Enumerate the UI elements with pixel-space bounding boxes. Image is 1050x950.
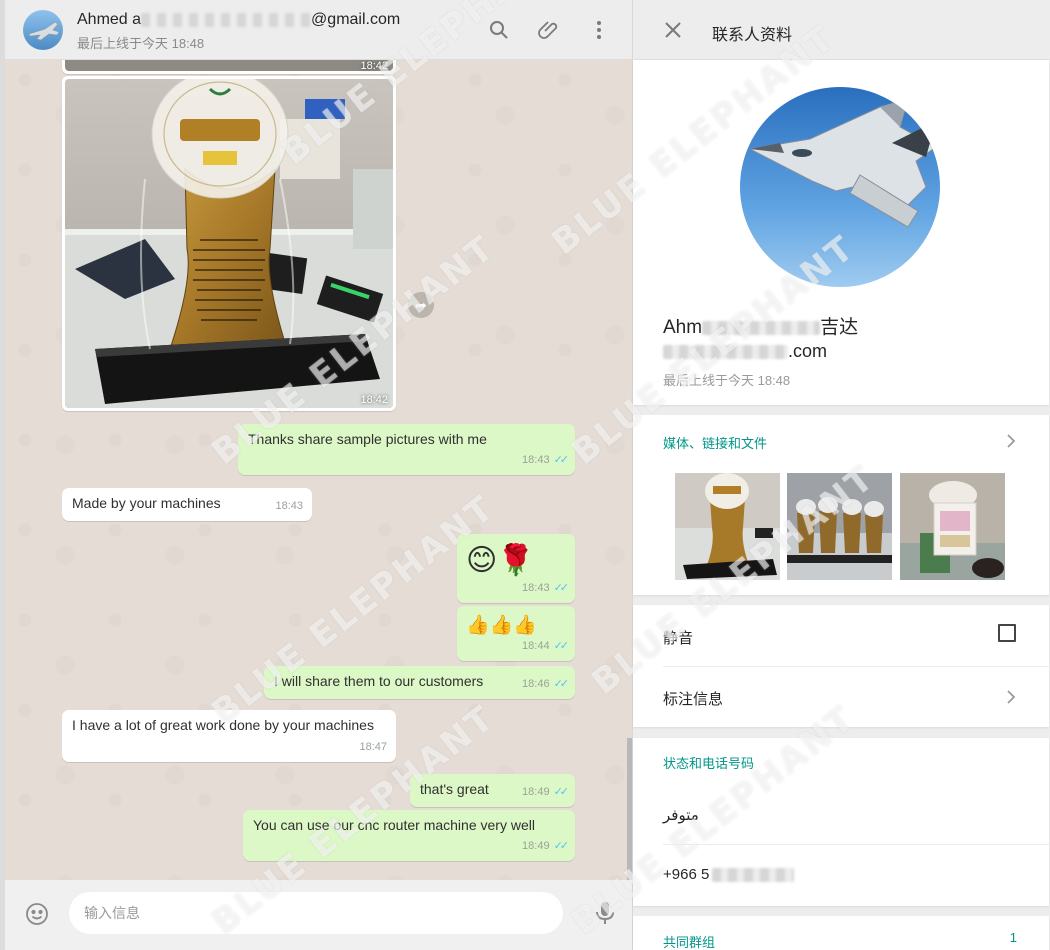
chat-contact-name[interactable]: Ahmed a @gmail.com (77, 11, 400, 29)
profile-card: Ahm 吉达 .com 最后上线于今天 18:48 (633, 60, 1049, 405)
chevron-right-icon[interactable] (1003, 689, 1019, 705)
message-text: Thanks share sample pictures with me (248, 431, 487, 447)
emoji-icon[interactable] (25, 902, 49, 926)
contact-name-suffix: @gmail.com (311, 11, 401, 28)
message-photo (65, 60, 393, 71)
media-card[interactable]: 媒体、链接和文件 (633, 415, 1049, 595)
image-message[interactable]: 18:42 (62, 60, 396, 74)
message-text: Made by your machines (72, 495, 221, 511)
message-emoji: 👍👍👍 (466, 615, 537, 636)
media-thumbnail[interactable] (900, 473, 1005, 580)
groups-count: 1 (1009, 930, 1017, 945)
chat-header[interactable]: Ahmed a @gmail.com 最后上线于今天 18:48 (5, 0, 632, 60)
divider (663, 844, 1049, 845)
read-ticks-icon: ✓✓ (553, 454, 570, 466)
chat-pane: Ahmed a @gmail.com 最后上线于今天 18:48 18:42 1… (0, 0, 632, 950)
message-meta: 18:43 ✓✓ (522, 451, 570, 470)
message-text: I will share them to our customers (274, 673, 484, 689)
outgoing-message[interactable]: 😊🌹 18:43 ✓✓ (457, 534, 575, 603)
media-section-label[interactable]: 媒体、链接和文件 (663, 433, 767, 452)
about-card: 状态和电话号码 متوفر +966 5 (633, 738, 1049, 906)
redacted-text (712, 868, 795, 883)
message-meta: 18:49 ✓✓ (522, 783, 570, 802)
attach-icon[interactable] (537, 18, 561, 42)
read-ticks-icon: ✓✓ (553, 582, 570, 594)
message-time: 18:47 (359, 741, 387, 753)
message-time: 18:46 (522, 678, 550, 690)
phone-number[interactable]: +966 5 (663, 866, 795, 883)
contact-last-seen: 最后上线于今天 18:48 (663, 373, 791, 388)
mic-icon[interactable] (593, 900, 617, 926)
message-text: You can use our cnc router machine very … (253, 817, 535, 833)
name-start: Ahm (663, 317, 703, 338)
redacted-text (702, 320, 821, 335)
redacted-text (663, 345, 788, 360)
search-icon[interactable] (487, 18, 511, 42)
outgoing-message[interactable]: that's great 18:49 ✓✓ (410, 774, 575, 807)
message-time: 18:42 (360, 394, 388, 406)
message-list[interactable]: 18:42 18:42 ➦ Thanks share sample pictur… (5, 60, 632, 880)
message-time: 18:43 (522, 454, 550, 466)
contact-avatar[interactable] (23, 10, 63, 50)
message-composer (5, 880, 632, 950)
incoming-message[interactable]: I have a lot of great work done by your … (62, 710, 396, 762)
message-text: that's great (420, 781, 489, 797)
notes-label[interactable]: 标注信息 (663, 688, 723, 709)
groups-section-label: 共同群组 (663, 935, 716, 950)
outgoing-message[interactable]: I will share them to our customers 18:46… (264, 666, 575, 699)
groups-card[interactable]: 共同群组 1 (633, 916, 1049, 950)
mute-label[interactable]: 静音 (663, 627, 693, 648)
close-icon[interactable] (661, 18, 685, 42)
mute-checkbox-icon[interactable] (998, 624, 1016, 642)
settings-card: 静音 标注信息 (633, 605, 1049, 727)
profile-photo[interactable] (740, 87, 940, 287)
media-thumbnail[interactable] (675, 473, 780, 580)
media-thumbnail[interactable] (787, 473, 892, 580)
chevron-right-icon[interactable] (1003, 433, 1019, 449)
message-input[interactable] (69, 892, 563, 934)
menu-icon[interactable] (587, 18, 611, 42)
about-value: متوفر (663, 807, 699, 824)
divider (663, 666, 1049, 667)
forward-icon[interactable]: ➦ (408, 292, 434, 318)
info-title: 联系人资料 (712, 27, 793, 44)
contact-name-prefix: Ahmed a (77, 11, 142, 28)
outgoing-message[interactable]: You can use our cnc router machine very … (243, 810, 575, 861)
outgoing-message[interactable]: Thanks share sample pictures with me 18:… (238, 424, 575, 475)
name-end: 吉达 (820, 317, 859, 338)
message-meta: 18:49 ✓✓ (522, 837, 570, 856)
message-meta: 18:43 ✓✓ (522, 579, 570, 598)
about-section-label: 状态和电话号码 (663, 756, 755, 771)
email-end: .com (788, 341, 828, 361)
message-time: 18:43 (275, 500, 303, 512)
message-meta: 18:44 ✓✓ (522, 637, 570, 656)
contact-email: .com (663, 341, 827, 362)
incoming-message[interactable]: Made by your machines 18:43 (62, 488, 312, 521)
read-ticks-icon: ✓✓ (553, 786, 570, 798)
message-emoji: 😊🌹 (466, 544, 535, 577)
message-time: 18:49 (522, 840, 550, 852)
read-ticks-icon: ✓✓ (553, 840, 570, 852)
info-header: 联系人资料 (633, 0, 1050, 60)
contact-full-name: Ahm 吉达 (663, 312, 858, 339)
image-message[interactable]: 18:42 (62, 76, 396, 411)
redacted-text (141, 12, 312, 27)
outgoing-message[interactable]: 👍👍👍 18:44 ✓✓ (457, 606, 575, 661)
award-photo (65, 79, 393, 408)
message-time: 18:44 (522, 640, 550, 652)
message-time: 18:49 (522, 786, 550, 798)
message-meta: 18:46 ✓✓ (522, 675, 570, 694)
message-time: 18:42 (360, 60, 388, 72)
read-ticks-icon: ✓✓ (553, 640, 570, 652)
contact-info-pane: 联系人资料 Ahm 吉达 .com 最后上线于今天 18:48 媒体、链接和文件 (632, 0, 1050, 950)
chat-last-seen: 最后上线于今天 18:48 (77, 36, 205, 51)
message-time: 18:43 (522, 582, 550, 594)
message-text: I have a lot of great work done by your … (72, 717, 374, 733)
read-ticks-icon: ✓✓ (553, 678, 570, 690)
phone-prefix: +966 5 (663, 866, 710, 883)
